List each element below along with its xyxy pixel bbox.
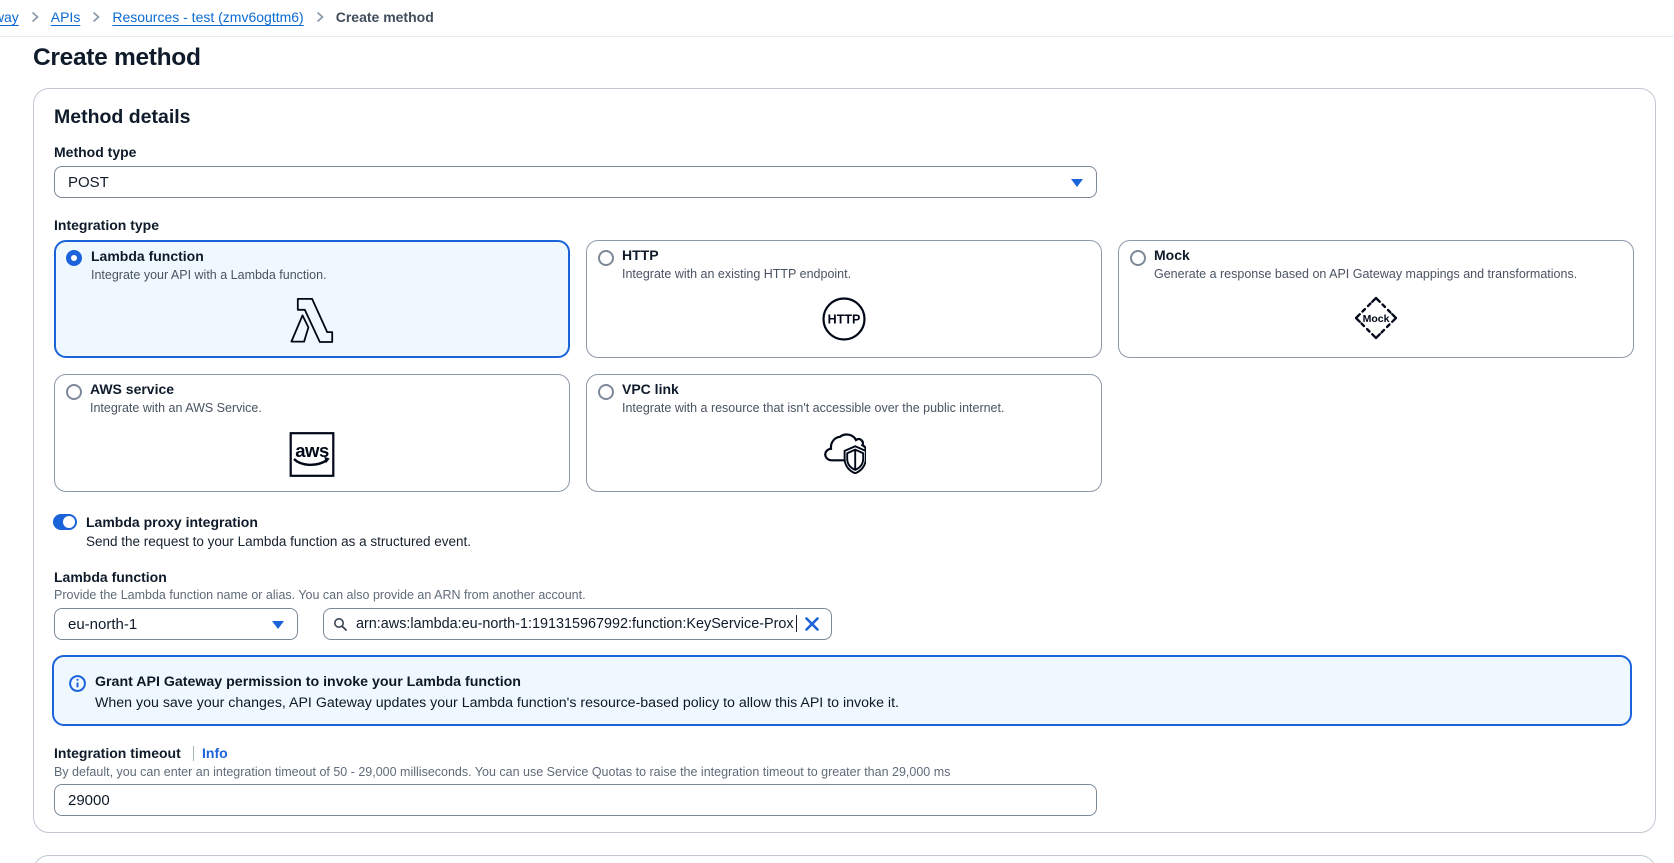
- svg-text:aws: aws: [295, 440, 329, 461]
- svg-text:HTTP: HTTP: [828, 313, 861, 327]
- svg-text:Mock: Mock: [1363, 313, 1390, 325]
